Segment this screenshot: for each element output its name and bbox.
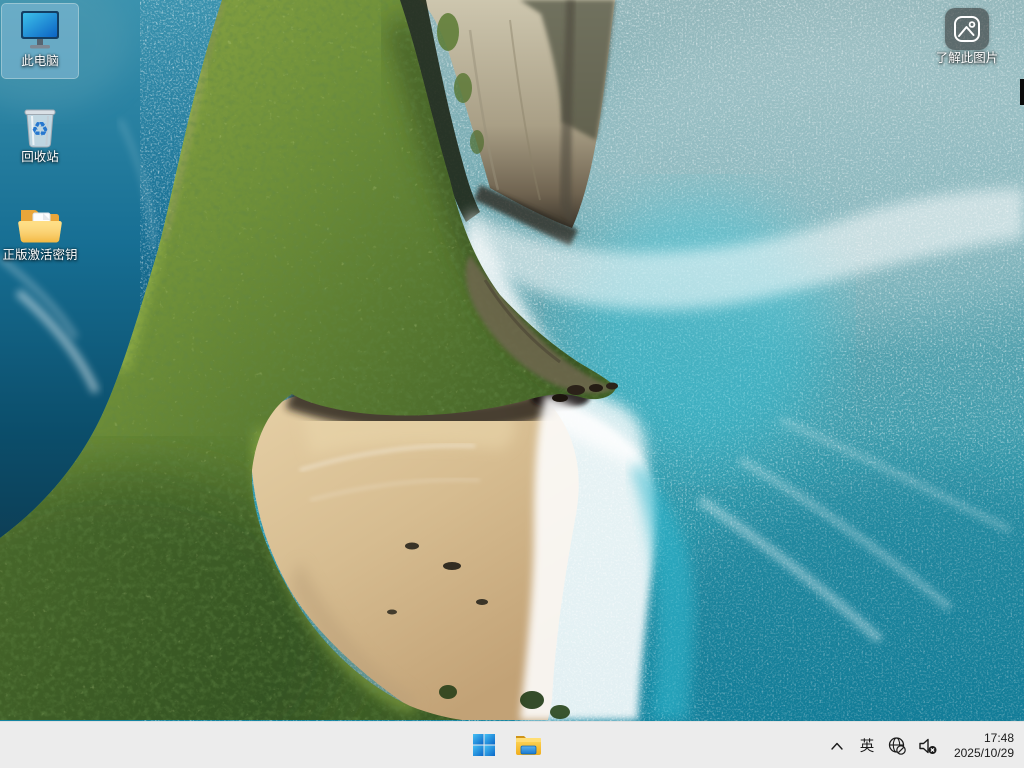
desktop-icon-recycle-bin[interactable]: ♻ 回收站 [2, 100, 78, 174]
this-pc-icon [18, 9, 62, 51]
globe-no-internet-icon [887, 736, 907, 756]
recycle-bin-icon: ♻ [20, 104, 60, 148]
folder-icon [17, 204, 63, 244]
taskbar-tray: 英 17:48 2025/10/29 [822, 722, 1018, 768]
file-explorer-button[interactable] [508, 725, 548, 765]
screen-edge-bar [1020, 79, 1024, 105]
desktop: 此电脑 ♻ 回收站 [0, 0, 1024, 768]
spotlight-learn-about-picture[interactable]: 了解此图片 [930, 8, 1004, 65]
icon-label: 回收站 [21, 150, 59, 164]
taskbar: 英 17:48 2025/10/29 [0, 721, 1024, 768]
volume-button[interactable] [912, 726, 944, 766]
windows-logo-icon [472, 733, 496, 757]
desktop-icon-activation-key-folder[interactable]: 正版激活密钥 [2, 198, 78, 272]
ime-indicator[interactable]: 英 [852, 726, 882, 766]
wallpaper-image [0, 0, 1024, 721]
spotlight-badge[interactable] [945, 8, 989, 50]
clock-date: 2025/10/29 [954, 746, 1014, 761]
start-button[interactable] [464, 725, 504, 765]
network-button[interactable] [882, 726, 912, 766]
icon-label: 此电脑 [21, 54, 59, 68]
svg-text:♻: ♻ [31, 119, 49, 141]
tray-chevron-button[interactable] [822, 726, 852, 766]
chevron-up-icon [830, 741, 844, 751]
volume-muted-icon [917, 736, 939, 756]
taskbar-center-icons [464, 725, 548, 765]
spotlight-label: 了解此图片 [936, 51, 999, 65]
picture-icon [952, 14, 982, 44]
clock-time: 17:48 [984, 731, 1014, 746]
icon-label: 正版激活密钥 [2, 248, 77, 262]
desktop-icon-this-pc[interactable]: 此电脑 [2, 4, 78, 78]
clock[interactable]: 17:48 2025/10/29 [944, 726, 1018, 766]
file-explorer-icon [514, 733, 542, 757]
